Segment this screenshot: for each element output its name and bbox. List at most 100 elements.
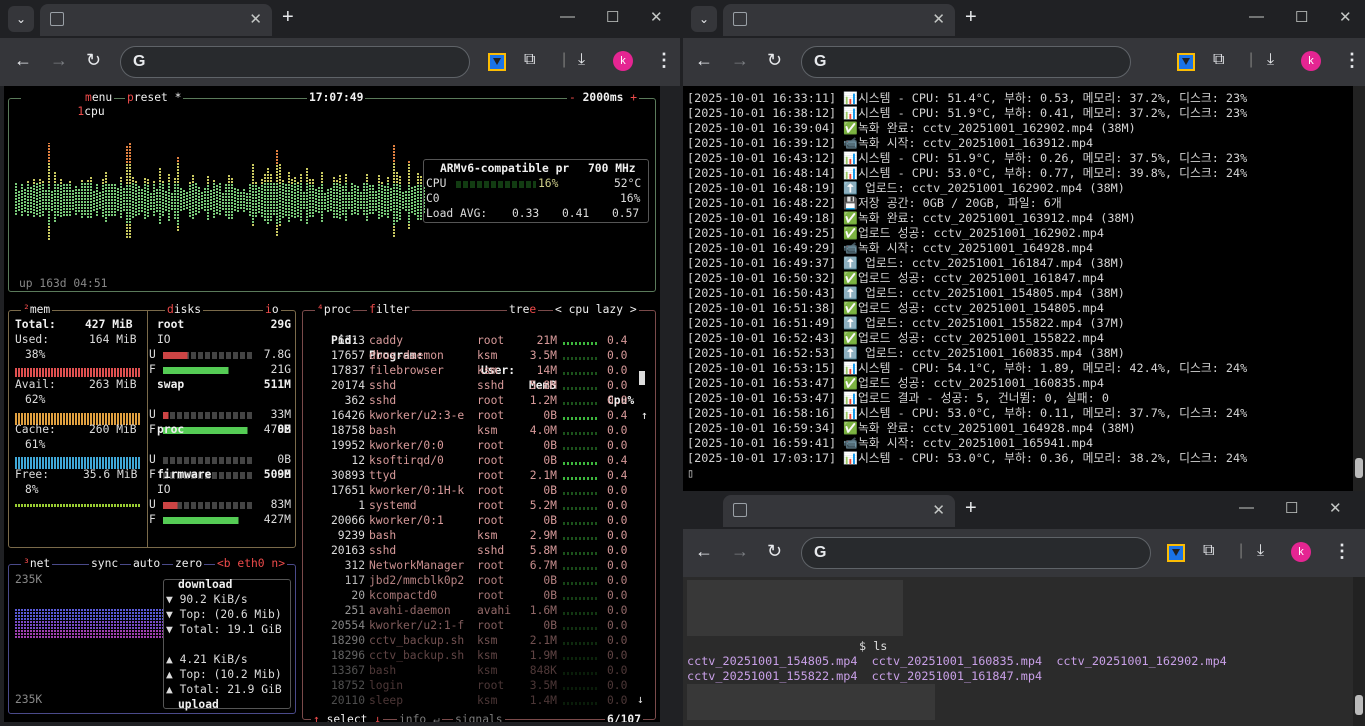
new-tab-icon[interactable]: + — [965, 497, 977, 520]
close-tab-icon[interactable]: ✕ — [932, 10, 945, 28]
forward-icon[interactable]: → — [731, 50, 749, 71]
mem-box-title[interactable]: mem — [30, 303, 50, 316]
close-window-icon[interactable]: ✕ — [1339, 8, 1352, 26]
net-zero[interactable]: zero — [175, 557, 202, 570]
minimize-icon[interactable]: — — [1239, 499, 1254, 516]
interval-increase[interactable]: + — [630, 91, 637, 104]
new-tab-icon[interactable]: + — [282, 6, 294, 29]
extension-icon[interactable] — [1177, 53, 1195, 71]
proc-row[interactable]: 30893 ttyd root 2.1M 0.4 — [307, 468, 637, 483]
forward-icon[interactable]: → — [731, 541, 749, 562]
proc-box-title[interactable]: proc — [324, 303, 351, 316]
proc-select[interactable]: select — [327, 713, 368, 722]
maximize-icon[interactable]: ☐ — [1295, 8, 1308, 26]
more-icon[interactable]: ⋮ — [655, 50, 673, 71]
puzzle-icon[interactable]: ⧉ — [1203, 542, 1214, 560]
avatar[interactable]: k — [1291, 542, 1311, 562]
proc-scrollbar-thumb[interactable] — [639, 371, 645, 385]
tab-shell[interactable]: ✕ — [723, 495, 955, 527]
proc-filter[interactable]: ilter — [376, 303, 410, 316]
forward-icon[interactable]: → — [50, 50, 68, 71]
net-box-title[interactable]: net — [30, 557, 50, 570]
maximize-icon[interactable]: ☐ — [1285, 499, 1298, 517]
proc-signals[interactable]: signals — [455, 713, 503, 722]
proc-row[interactable]: 18752 login root 3.5M 0.0 — [307, 678, 637, 693]
proc-row[interactable]: 362 sshd root 1.2M 0.0 — [307, 393, 637, 408]
download-icon[interactable]: ⤓ — [1267, 51, 1274, 69]
close-tab-icon[interactable]: ✕ — [249, 10, 262, 28]
download-icon[interactable]: ⤓ — [578, 51, 585, 69]
close-window-icon[interactable]: ✕ — [1329, 499, 1342, 517]
proc-row[interactable]: 251 avahi-daemon avahi 1.6M 0.0 — [307, 603, 637, 618]
proc-row[interactable]: 20110 sleep ksm 1.4M 0.0 — [307, 693, 637, 708]
proc-row[interactable]: 20 kcompactd0 root 0B 0.0 — [307, 588, 637, 603]
scroll-down-icon[interactable]: ↓ — [637, 693, 644, 707]
puzzle-icon[interactable]: ⧉ — [524, 51, 535, 69]
proc-info[interactable]: info — [399, 713, 426, 722]
puzzle-icon[interactable]: ⧉ — [1213, 51, 1224, 69]
back-icon[interactable]: ← — [695, 50, 713, 71]
minimize-icon[interactable]: — — [1249, 8, 1264, 25]
shell-terminal[interactable]: $ ls cctv_20251001_154805.mp4 cctv_20251… — [683, 577, 1365, 726]
tab-menu-icon[interactable]: ⌄ — [8, 6, 34, 32]
back-icon[interactable]: ← — [695, 541, 713, 562]
proc-row[interactable]: 20554 kworker/u2:1-f root 0B 0.0 — [307, 618, 637, 633]
avatar[interactable]: k — [1301, 51, 1321, 71]
maximize-icon[interactable]: ☐ — [606, 8, 619, 26]
reload-icon[interactable]: ↻ — [767, 50, 782, 71]
log-terminal[interactable]: [2025-10-01 16:33:11] 📊시스템 - CPU: 51.4°C… — [683, 86, 1365, 491]
scrollbar[interactable] — [1353, 86, 1365, 491]
proc-row[interactable]: 17651 kworker/0:1H-k root 0B 0.0 — [307, 483, 637, 498]
extension-icon[interactable] — [1167, 544, 1185, 562]
minimize-icon[interactable]: — — [560, 8, 575, 25]
proc-row[interactable]: 20163 sshd sshd 5.8M 0.0 — [307, 543, 637, 558]
proc-row[interactable]: 18290 cctv_backup.sh ksm 2.1M 0.0 — [307, 633, 637, 648]
io-toggle[interactable]: o — [272, 303, 279, 316]
close-window-icon[interactable]: ✕ — [650, 8, 663, 26]
proc-row[interactable]: 16426 kworker/u2:3-e root 0B 0.4 — [307, 408, 637, 423]
proc-row[interactable]: 17837 filebrowser ksm 14M 0.0 — [307, 363, 637, 378]
btop-terminal[interactable]: 1cpu menu preset * 17:07:49 - 2000ms + u… — [4, 86, 660, 722]
tab-btop[interactable]: ✕ — [40, 4, 272, 36]
scrollbar-thumb[interactable] — [1355, 458, 1363, 478]
scrollbar-thumb[interactable] — [1355, 695, 1363, 715]
interval-decrease[interactable]: - — [569, 91, 576, 104]
proc-row[interactable]: 17657 dbus-daemon ksm 3.5M 0.0 — [307, 348, 637, 363]
proc-row[interactable]: 1 systemd root 5.2M 0.0 — [307, 498, 637, 513]
download-icon[interactable]: ⤓ — [1257, 542, 1264, 560]
cpu-box-title[interactable]: cpu — [84, 105, 104, 118]
close-tab-icon[interactable]: ✕ — [932, 501, 945, 519]
disks-title[interactable]: isks — [174, 303, 201, 316]
proc-row[interactable]: 12 ksoftirqd/0 root 0B 0.4 — [307, 453, 637, 468]
back-icon[interactable]: ← — [14, 50, 32, 71]
proc-row[interactable]: 18758 bash ksm 4.0M 0.0 — [307, 423, 637, 438]
net-interface[interactable]: <b eth0 n> — [217, 557, 285, 570]
address-bar[interactable]: G — [801, 46, 1131, 78]
cpu-menu-label[interactable]: enu — [92, 91, 112, 104]
net-sync[interactable]: sync — [91, 557, 118, 570]
proc-row[interactable]: 312 NetworkManager root 6.7M 0.0 — [307, 558, 637, 573]
cpu-preset-label[interactable]: reset * — [134, 91, 182, 104]
net-auto[interactable]: auto — [133, 557, 160, 570]
more-icon[interactable]: ⋮ — [1333, 541, 1351, 562]
more-icon[interactable]: ⋮ — [1343, 50, 1361, 71]
proc-tree[interactable]: tre — [509, 303, 529, 316]
tab-menu-icon[interactable]: ⌄ — [691, 6, 717, 32]
proc-row[interactable]: 6313 caddy root 21M 0.4 — [307, 333, 637, 348]
reload-icon[interactable]: ↻ — [86, 50, 101, 71]
proc-row[interactable]: 9239 bash ksm 2.9M 0.0 — [307, 528, 637, 543]
proc-row[interactable]: 20066 kworker/0:1 root 0B 0.0 — [307, 513, 637, 528]
address-bar[interactable]: G — [801, 537, 1151, 569]
new-tab-icon[interactable]: + — [965, 6, 977, 29]
tab-log[interactable]: ✕ — [723, 4, 955, 36]
proc-row[interactable]: 19952 kworker/0:0 root 0B 0.0 — [307, 438, 637, 453]
reload-icon[interactable]: ↻ — [767, 541, 782, 562]
extension-icon[interactable] — [488, 53, 506, 71]
avatar[interactable]: k — [613, 51, 633, 71]
proc-sort[interactable]: < cpu lazy > — [555, 303, 637, 316]
proc-row[interactable]: 18296 cctv_backup.sh ksm 1.9M 0.0 — [307, 648, 637, 663]
proc-row[interactable]: 117 jbd2/mmcblk0p2 root 0B 0.0 — [307, 573, 637, 588]
proc-row[interactable]: 20174 sshd sshd 5.8M 0.0 — [307, 378, 637, 393]
scroll-up-icon[interactable]: ↑ — [641, 408, 648, 423]
proc-row[interactable]: 13367 bash ksm 848K 0.0 — [307, 663, 637, 678]
